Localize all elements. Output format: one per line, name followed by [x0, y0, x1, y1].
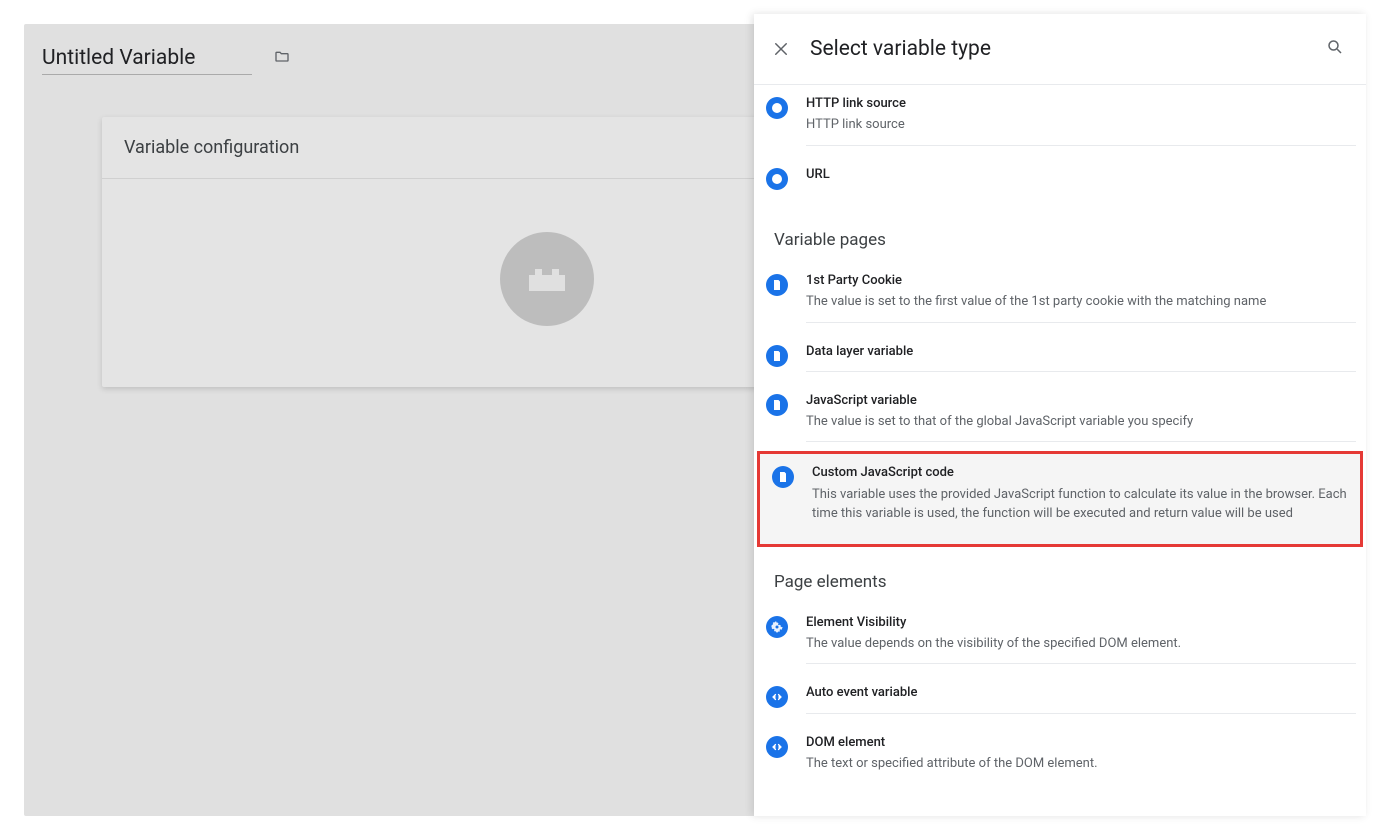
- type-title: Element Visibility: [806, 614, 1356, 632]
- type-text: Auto event variable: [806, 684, 1356, 713]
- type-text: JavaScript variable The value is set to t…: [806, 392, 1356, 443]
- config-placeholder-icon: [500, 232, 594, 326]
- folder-icon[interactable]: [272, 49, 292, 69]
- type-description: The value depends on the visibility of t…: [806, 634, 1356, 654]
- type-title: URL: [806, 166, 1356, 184]
- doc-icon: [766, 345, 788, 367]
- doc-icon: [766, 394, 788, 416]
- variable-type-item[interactable]: URL: [754, 156, 1366, 204]
- type-text: Data layer variable: [806, 343, 1356, 372]
- type-text: URL: [806, 166, 1356, 194]
- code-icon: [766, 736, 788, 758]
- type-title: HTTP link source: [806, 95, 1356, 113]
- variable-type-item[interactable]: JavaScript variable The value is set to t…: [754, 382, 1366, 453]
- variable-type-item[interactable]: 1st Party Cookie The value is set to the …: [754, 262, 1366, 333]
- type-title: DOM element: [806, 734, 1356, 752]
- globe-icon: [766, 97, 788, 119]
- section-header: Page elements: [754, 550, 1366, 604]
- type-text: 1st Party Cookie The value is set to the …: [806, 272, 1356, 323]
- type-description: The value is set to that of the global J…: [806, 412, 1356, 432]
- code-icon: [766, 686, 788, 708]
- type-title: JavaScript variable: [806, 392, 1356, 410]
- variable-type-item[interactable]: HTTP link source HTTP link source: [754, 85, 1366, 156]
- variable-name-input[interactable]: [42, 42, 252, 75]
- type-text: Element Visibility The value depends on t…: [806, 614, 1356, 665]
- panel-content[interactable]: HTTP link source HTTP link source URL Varia…: [754, 85, 1366, 816]
- variable-type-item[interactable]: DOM element The text or specified attribu…: [754, 724, 1366, 794]
- type-title: Auto event variable: [806, 684, 1356, 702]
- type-text: HTTP link source HTTP link source: [806, 95, 1356, 146]
- type-title: Custom JavaScript code: [812, 464, 1350, 482]
- variable-type-item[interactable]: Auto event variable: [754, 674, 1366, 723]
- type-description: This variable uses the provided JavaScri…: [812, 485, 1350, 524]
- variable-type-item[interactable]: Element Visibility The value depends on t…: [754, 604, 1366, 675]
- type-title: 1st Party Cookie: [806, 272, 1356, 290]
- search-icon[interactable]: [1320, 32, 1350, 66]
- section-header: Utilities: [754, 797, 1366, 816]
- type-description: The text or specified attribute of the D…: [806, 754, 1356, 774]
- variable-type-panel: Select variable type HTTP link sourceHTT…: [754, 14, 1366, 816]
- section-header: Variable pages: [754, 208, 1366, 262]
- close-icon[interactable]: [766, 34, 796, 64]
- type-text: Custom JavaScript code This variable uses…: [812, 464, 1350, 533]
- type-text: DOM element The text or specified attribu…: [806, 734, 1356, 784]
- doc-icon: [772, 466, 794, 488]
- panel-title: Select variable type: [810, 37, 1320, 61]
- type-description: The value is set to the first value of t…: [806, 292, 1356, 312]
- panel-header: Select variable type: [754, 14, 1366, 85]
- doc-icon: [766, 274, 788, 296]
- globe-icon: [766, 168, 788, 190]
- type-description: HTTP link source: [806, 115, 1356, 135]
- variable-type-item[interactable]: Data layer variable: [754, 333, 1366, 382]
- variable-type-item[interactable]: Custom JavaScript code This variable uses…: [757, 451, 1363, 546]
- gear-icon: [766, 616, 788, 638]
- type-title: Data layer variable: [806, 343, 1356, 361]
